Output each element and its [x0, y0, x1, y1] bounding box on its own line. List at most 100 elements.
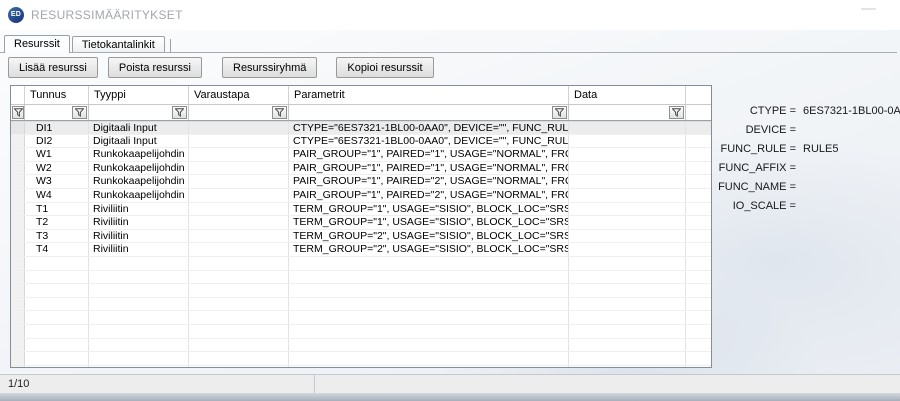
row-selector-cell [11, 189, 25, 202]
detail-label: CTYPE = [718, 102, 796, 121]
header-cell-varaustapa[interactable]: Varaustapa [189, 86, 289, 104]
cell-filler [686, 352, 711, 365]
lis-resurssi-button[interactable]: Lisää resurssi [8, 57, 98, 78]
table-row[interactable]: T4RiviliitinTERM_GROUP="2", USAGE="SISIO… [11, 243, 711, 257]
cell-empty [569, 311, 686, 324]
funnel-icon[interactable] [12, 106, 24, 119]
detail-row-io_scale: IO_SCALE = [718, 197, 898, 216]
tab-strip: ResurssitTietokantalinkit [4, 35, 171, 53]
cell-empty [289, 271, 569, 284]
cell-data [569, 148, 686, 161]
cell-empty [569, 339, 686, 352]
cell-empty [569, 366, 686, 368]
table-header-row: TunnusTyyppiVaraustapaParametritData [11, 86, 711, 104]
tab-tietokantalinkit[interactable]: Tietokantalinkit [72, 36, 165, 53]
cell-empty [289, 366, 569, 368]
row-selector-cell [11, 325, 25, 338]
cell-tunnus: W2 [25, 162, 89, 175]
tab-resurssit[interactable]: Resurssit [4, 35, 70, 53]
table-row[interactable]: W3RunkokaapelijohdinPAIR_GROUP="1", PAIR… [11, 175, 711, 189]
cell-data [569, 230, 686, 243]
table-row[interactable]: T2RiviliitinTERM_GROUP="1", USAGE="SISIO… [11, 216, 711, 230]
cell-varaustapa [189, 189, 289, 202]
cell-parametrit: TERM_GROUP="2", USAGE="SISIO", BLOCK_LOC… [289, 230, 569, 243]
dialog-content: ResurssitTietokantalinkit Lisää resurssi… [0, 30, 900, 401]
table-row-empty [11, 284, 711, 298]
filter-cell-tunnus[interactable] [25, 105, 89, 120]
table-row-empty [11, 352, 711, 366]
minimize-button[interactable] [861, 8, 876, 10]
table-row[interactable]: T3RiviliitinTERM_GROUP="2", USAGE="SISIO… [11, 230, 711, 244]
table-row[interactable]: W4RunkokaapelijohdinPAIR_GROUP="1", PAIR… [11, 189, 711, 203]
cell-empty [25, 257, 89, 270]
funnel-icon[interactable] [172, 106, 187, 119]
detail-row-func_rule: FUNC_RULE = RULE5 [718, 140, 898, 159]
filter-cell-parametrit[interactable] [289, 105, 569, 120]
cell-empty [289, 352, 569, 365]
table-row-empty [11, 298, 711, 312]
kopioi-resurssit-button[interactable]: Kopioi resurssit [336, 57, 433, 78]
header-cell-parametrit[interactable]: Parametrit [289, 86, 569, 104]
table-filter-row [11, 104, 711, 121]
funnel-icon[interactable] [552, 106, 567, 119]
poista-resurssi-button[interactable]: Poista resurssi [108, 57, 202, 78]
cell-filler [686, 257, 711, 270]
cell-data [569, 189, 686, 202]
cell-data [569, 243, 686, 256]
cell-tunnus: T1 [25, 203, 89, 216]
header-cell-tunnus[interactable]: Tunnus [25, 86, 89, 104]
table-row[interactable]: W1RunkokaapelijohdinPAIR_GROUP="1", PAIR… [11, 148, 711, 162]
cell-parametrit: PAIR_GROUP="1", PAIRED="1", USAGE="NORMA… [289, 162, 569, 175]
funnel-icon[interactable] [72, 106, 87, 119]
row-selector-cell [11, 148, 25, 161]
cell-tyyppi: Riviliitin [89, 216, 189, 229]
cell-parametrit: TERM_GROUP="2", USAGE="SISIO", BLOCK_LOC… [289, 243, 569, 256]
row-selector-cell [11, 271, 25, 284]
cell-tyyppi: Digitaali Input [89, 135, 189, 148]
cell-filler [686, 175, 711, 188]
detail-label: FUNC_NAME = [718, 178, 796, 197]
cell-parametrit: PAIR_GROUP="1", PAIRED="2", USAGE="NORMA… [289, 175, 569, 188]
row-selector-cell [11, 257, 25, 270]
row-selector-cell [11, 366, 25, 368]
cell-varaustapa [189, 230, 289, 243]
funnel-icon[interactable] [669, 106, 684, 119]
filter-cell-rowselector[interactable] [11, 105, 25, 120]
resurssiryhm--button[interactable]: Resurssiryhmä [222, 57, 317, 78]
row-selector-cell [11, 122, 25, 134]
cell-data [569, 135, 686, 148]
cell-tyyppi: Digitaali Input [89, 122, 189, 134]
cell-empty [89, 366, 189, 368]
row-selector-cell [11, 230, 25, 243]
detail-row-ctype: CTYPE =6ES7321-1BL00-0AA0 [718, 102, 898, 121]
resource-definitions-window: ED RESURSSIMÄÄRITYKSET ResurssitTietokan… [0, 0, 900, 401]
cell-empty [189, 284, 289, 297]
header-cell-data[interactable]: Data [569, 86, 686, 104]
cell-empty [569, 271, 686, 284]
cell-empty [289, 339, 569, 352]
cell-filler [686, 148, 711, 161]
table-row[interactable]: DI1Digitaali InputCTYPE="6ES7321-1BL00-0… [11, 121, 711, 135]
header-cell-tyyppi[interactable]: Tyyppi [89, 86, 189, 104]
table-row[interactable]: T1RiviliitinTERM_GROUP="1", USAGE="SISIO… [11, 203, 711, 217]
filter-cell-varaustapa[interactable] [189, 105, 289, 120]
cell-tyyppi: Riviliitin [89, 243, 189, 256]
table-row[interactable]: DI2Digitaali InputCTYPE="6ES7321-1BL00-0… [11, 135, 711, 149]
cell-filler [686, 230, 711, 243]
cell-tyyppi: Runkokaapelijohdin [89, 148, 189, 161]
filter-cell-tyyppi[interactable] [89, 105, 189, 120]
cell-empty [89, 339, 189, 352]
cell-empty [189, 325, 289, 338]
detail-value: RULE5 [803, 140, 838, 159]
table-row[interactable]: W2RunkokaapelijohdinPAIR_GROUP="1", PAIR… [11, 162, 711, 176]
cell-empty [189, 339, 289, 352]
cell-empty [189, 352, 289, 365]
cell-empty [25, 311, 89, 324]
filter-cell-data[interactable] [569, 105, 686, 120]
cell-filler [686, 339, 711, 352]
funnel-icon[interactable] [272, 106, 287, 119]
cell-empty [25, 271, 89, 284]
detail-label: FUNC_RULE = [718, 140, 796, 159]
cell-empty [89, 311, 189, 324]
cell-empty [25, 284, 89, 297]
